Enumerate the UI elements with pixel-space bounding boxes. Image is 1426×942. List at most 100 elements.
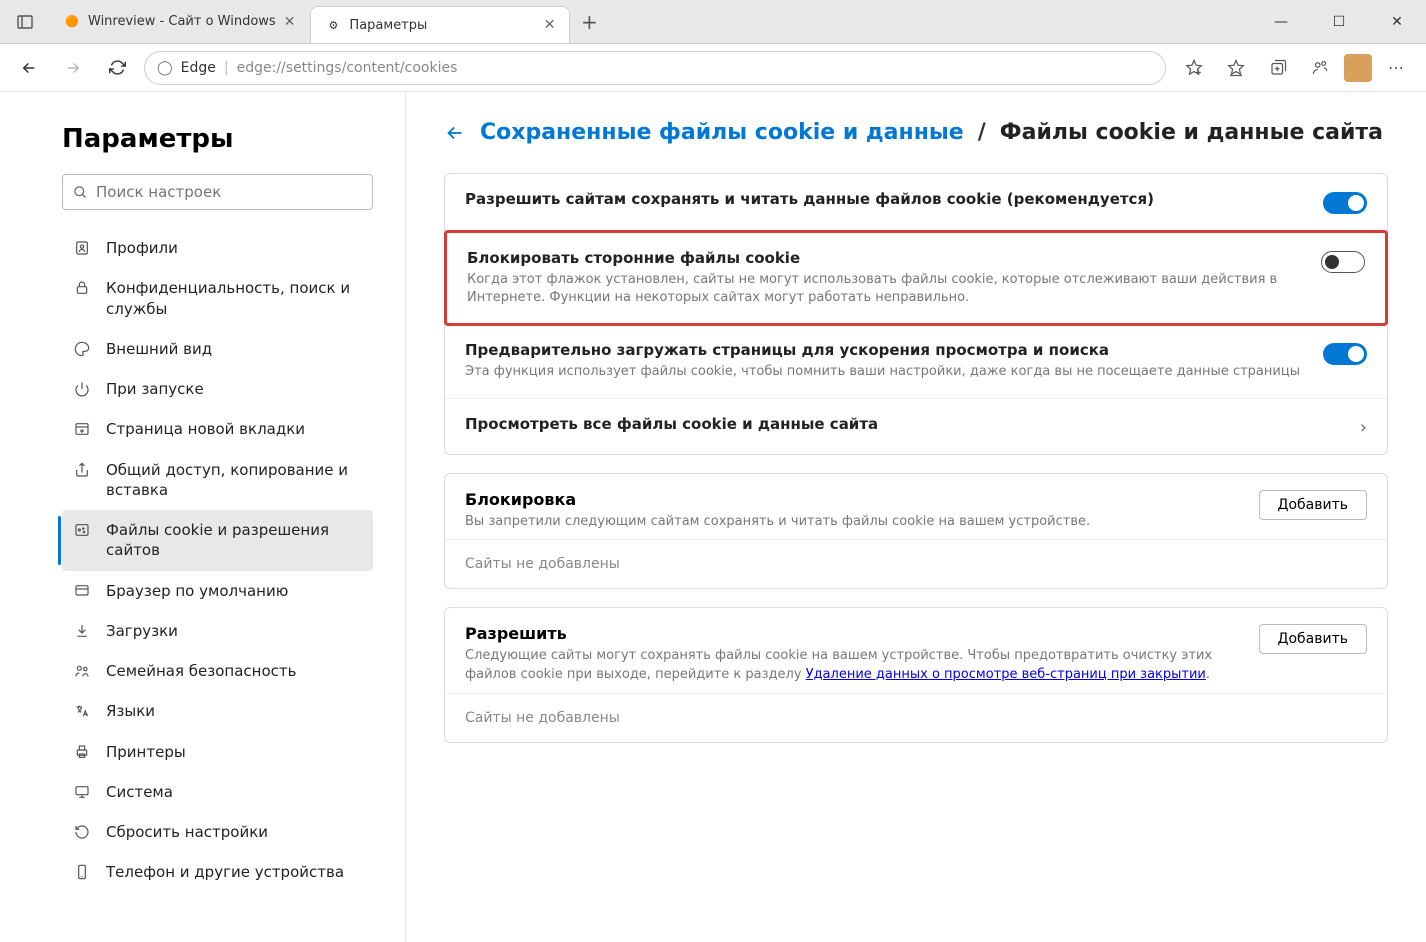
setting-description: Эта функция использует файлы cookie, что… bbox=[465, 363, 1307, 381]
sidebar-label: Языки bbox=[106, 701, 361, 721]
tab-settings[interactable]: ⚙ Параметры ✕ bbox=[310, 6, 570, 43]
toggle-allow-cookies[interactable] bbox=[1323, 192, 1367, 214]
section-title: Разрешить bbox=[465, 624, 1243, 643]
block-section: Блокировка Вы запретили следующим сайтам… bbox=[445, 474, 1387, 540]
setting-preload: Предварительно загружать страницы для ус… bbox=[445, 325, 1387, 398]
favorites-icon[interactable] bbox=[1218, 50, 1254, 86]
titlebar: 🟠 Winreview - Сайт о Windows ✕ ⚙ Парамет… bbox=[0, 0, 1426, 44]
back-arrow-icon[interactable] bbox=[444, 122, 466, 144]
tab-title: Параметры bbox=[349, 18, 427, 33]
close-button[interactable]: ✕ bbox=[1368, 0, 1426, 43]
collections-icon[interactable] bbox=[1260, 50, 1296, 86]
allow-section: Разрешить Следующие сайты могут сохранят… bbox=[445, 608, 1387, 693]
sidebar-label: Браузер по умолчанию bbox=[106, 581, 361, 601]
sidebar-item-printers[interactable]: Принтеры bbox=[62, 732, 373, 772]
section-title: Блокировка bbox=[465, 490, 1243, 509]
profile-switch-icon[interactable] bbox=[1302, 50, 1338, 86]
edge-icon: ◯ bbox=[157, 60, 173, 76]
sidebar-label: Семейная безопасность bbox=[106, 661, 361, 681]
tab-actions-icon[interactable] bbox=[0, 0, 50, 43]
search-icon bbox=[73, 185, 88, 200]
printer-icon bbox=[74, 744, 92, 760]
close-icon[interactable]: ✕ bbox=[544, 17, 556, 33]
block-empty-text: Сайты не добавлены bbox=[445, 539, 1387, 588]
setting-block-third-party: Блокировать сторонние файлы cookie Когда… bbox=[444, 230, 1388, 326]
gear-icon: ⚙ bbox=[325, 17, 341, 33]
close-icon[interactable]: ✕ bbox=[284, 14, 296, 30]
avatar[interactable] bbox=[1344, 54, 1372, 82]
family-icon bbox=[74, 663, 92, 679]
setting-title: Блокировать сторонние файлы cookie bbox=[467, 249, 1305, 267]
sidebar-item-appearance[interactable]: Внешний вид bbox=[62, 329, 373, 369]
sidebar-item-family[interactable]: Семейная безопасность bbox=[62, 651, 373, 691]
permissions-icon bbox=[74, 522, 92, 538]
sidebar-item-startup[interactable]: При запуске bbox=[62, 369, 373, 409]
browser-icon bbox=[74, 583, 92, 599]
toggle-preload[interactable] bbox=[1323, 343, 1367, 365]
profile-icon bbox=[74, 240, 92, 256]
sidebar-label: Загрузки bbox=[106, 621, 361, 641]
minimize-button[interactable]: — bbox=[1252, 0, 1310, 43]
tab-title: Winreview - Сайт о Windows bbox=[88, 14, 276, 29]
power-icon bbox=[74, 381, 92, 397]
maximize-button[interactable]: ☐ bbox=[1310, 0, 1368, 43]
back-button[interactable] bbox=[12, 51, 46, 85]
breadcrumb-current: Файлы cookie и данные сайта bbox=[1000, 120, 1383, 145]
sidebar-label: Профили bbox=[106, 238, 361, 258]
phone-icon bbox=[74, 864, 92, 880]
toggle-block-third-party[interactable] bbox=[1321, 251, 1365, 273]
sidebar-item-phone[interactable]: Телефон и другие устройства bbox=[62, 852, 373, 892]
url-prefix: Edge bbox=[181, 60, 216, 76]
search-input[interactable] bbox=[62, 174, 373, 210]
breadcrumb-parent[interactable]: Сохраненные файлы cookie и данные bbox=[480, 120, 964, 145]
sidebar-label: Принтеры bbox=[106, 742, 361, 762]
add-block-button[interactable]: Добавить bbox=[1259, 490, 1367, 520]
section-description: Следующие сайты могут сохранять файлы co… bbox=[465, 647, 1243, 685]
sidebar-label: Телефон и другие устройства bbox=[106, 862, 361, 882]
sidebar-item-system[interactable]: Система bbox=[62, 772, 373, 812]
main-panel: Сохраненные файлы cookie и данные / Файл… bbox=[405, 92, 1426, 942]
lock-icon bbox=[74, 280, 92, 296]
url-text: edge://settings/content/cookies bbox=[237, 60, 458, 76]
sidebar-item-downloads[interactable]: Загрузки bbox=[62, 611, 373, 651]
refresh-button[interactable] bbox=[100, 51, 134, 85]
sidebar-item-profiles[interactable]: Профили bbox=[62, 228, 373, 268]
allow-empty-text: Сайты не добавлены bbox=[445, 693, 1387, 742]
add-allow-button[interactable]: Добавить bbox=[1259, 624, 1367, 654]
sidebar-label: Файлы cookie и разрешения сайтов bbox=[106, 520, 361, 561]
new-tab-button[interactable]: + bbox=[570, 0, 608, 43]
favorites-add-icon[interactable] bbox=[1176, 50, 1212, 86]
chevron-right-icon: › bbox=[1360, 417, 1367, 438]
sidebar-item-share[interactable]: Общий доступ, копирование и вставка bbox=[62, 450, 373, 511]
sidebar-item-languages[interactable]: Языки bbox=[62, 691, 373, 731]
address-bar[interactable]: ◯ Edge | edge://settings/content/cookies bbox=[144, 51, 1166, 85]
toolbar: ◯ Edge | edge://settings/content/cookies… bbox=[0, 44, 1426, 92]
sidebar-label: Система bbox=[106, 782, 361, 802]
breadcrumb: Сохраненные файлы cookie и данные / Файл… bbox=[444, 120, 1388, 145]
sidebar-item-cookies[interactable]: Файлы cookie и разрешения сайтов bbox=[62, 510, 373, 571]
sidebar-label: При запуске bbox=[106, 379, 361, 399]
sidebar-label: Страница новой вкладки bbox=[106, 419, 361, 439]
forward-button[interactable] bbox=[56, 51, 90, 85]
sidebar: Параметры Профили Конфиденциальность, по… bbox=[0, 92, 405, 942]
reset-icon bbox=[74, 824, 92, 840]
sidebar-item-privacy[interactable]: Конфиденциальность, поиск и службы bbox=[62, 268, 373, 329]
tab-winreview[interactable]: 🟠 Winreview - Сайт о Windows ✕ bbox=[50, 0, 310, 43]
setting-title: Предварительно загружать страницы для ус… bbox=[465, 341, 1307, 359]
sidebar-label: Сбросить настройки bbox=[106, 822, 361, 842]
sidebar-label: Конфиденциальность, поиск и службы bbox=[106, 278, 361, 319]
setting-allow-cookies: Разрешить сайтам сохранять и читать данн… bbox=[445, 174, 1387, 231]
sidebar-label: Общий доступ, копирование и вставка bbox=[106, 460, 361, 501]
sidebar-label: Внешний вид bbox=[106, 339, 361, 359]
setting-title: Разрешить сайтам сохранять и читать данн… bbox=[465, 190, 1307, 208]
newtab-icon bbox=[74, 421, 92, 437]
setting-title: Просмотреть все файлы cookie и данные са… bbox=[465, 415, 1344, 433]
sidebar-item-default-browser[interactable]: Браузер по умолчанию bbox=[62, 571, 373, 611]
sidebar-item-newtab[interactable]: Страница новой вкладки bbox=[62, 409, 373, 449]
settings-heading: Параметры bbox=[62, 124, 373, 154]
menu-icon[interactable]: ⋯ bbox=[1378, 50, 1414, 86]
setting-view-all-cookies[interactable]: Просмотреть все файлы cookie и данные са… bbox=[445, 399, 1387, 454]
sidebar-item-reset[interactable]: Сбросить настройки bbox=[62, 812, 373, 852]
setting-description: Когда этот флажок установлен, сайты не м… bbox=[467, 271, 1305, 307]
clear-on-exit-link[interactable]: Удаление данных о просмотре веб-страниц … bbox=[806, 667, 1206, 682]
